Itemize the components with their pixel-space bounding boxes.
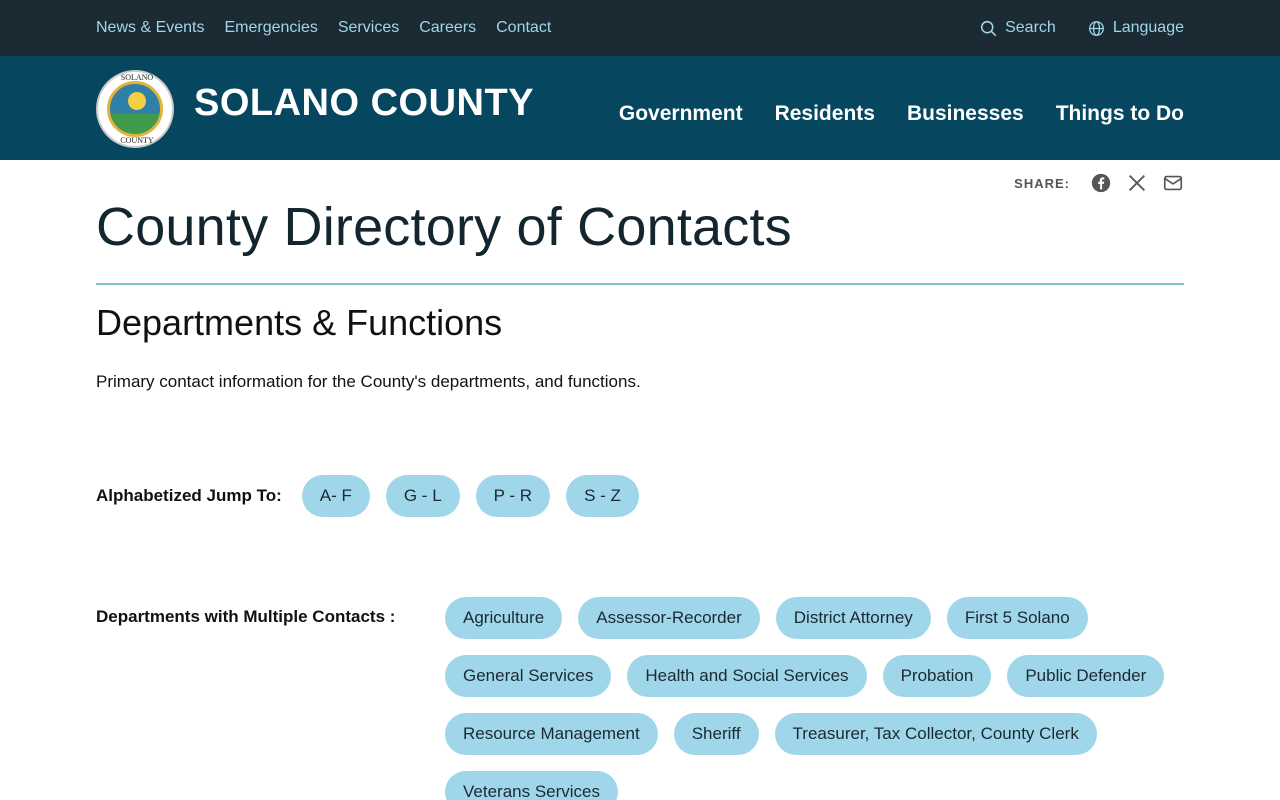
search-label: Search: [1005, 19, 1056, 36]
nav-businesses[interactable]: Businesses: [907, 102, 1024, 126]
jump-label: Alphabetized Jump To:: [96, 486, 282, 505]
dept-agriculture-button[interactable]: Agriculture: [445, 597, 563, 639]
jump-g-l-button[interactable]: G - L: [385, 475, 460, 517]
departments-list: Agriculture Assessor-Recorder District A…: [445, 597, 1185, 800]
jump-a-f-button[interactable]: A- F: [301, 475, 370, 517]
dept-health-social-services-button[interactable]: Health and Social Services: [627, 655, 867, 697]
jump-options: A- F G - L P - R S - Z: [301, 475, 639, 517]
seal-land-shape: [110, 114, 160, 134]
departments-label: Departments with Multiple Contacts :: [96, 607, 396, 626]
dept-resource-management-button[interactable]: Resource Management: [445, 713, 658, 755]
dept-treasurer-tax-collector-button[interactable]: Treasurer, Tax Collector, County Clerk: [774, 713, 1097, 755]
seal-text-bottom: COUNTY: [120, 136, 154, 145]
seal-sun-shape: [128, 92, 146, 110]
jump-p-r-button[interactable]: P - R: [475, 475, 551, 517]
utility-link-services[interactable]: Services: [338, 19, 399, 37]
section-title: Departments & Functions: [96, 302, 503, 343]
dept-district-attorney-button[interactable]: District Attorney: [775, 597, 931, 639]
facebook-icon[interactable]: [1090, 172, 1112, 194]
utility-bar: News & Events Emergencies Services Caree…: [0, 0, 1280, 56]
nav-government[interactable]: Government: [619, 102, 743, 126]
utility-tools: Search Language: [980, 0, 1184, 56]
utility-nav: News & Events Emergencies Services Caree…: [96, 0, 551, 56]
dept-probation-button[interactable]: Probation: [882, 655, 992, 697]
nav-residents[interactable]: Residents: [775, 102, 875, 126]
search-button[interactable]: Search: [980, 19, 1056, 37]
page-title: County Directory of Contacts: [96, 197, 792, 257]
dept-sheriff-button[interactable]: Sheriff: [673, 713, 759, 755]
utility-link-news-events[interactable]: News & Events: [96, 19, 204, 37]
intro-text: Primary contact information for the Coun…: [96, 372, 641, 391]
dept-veterans-services-button[interactable]: Veterans Services: [445, 771, 619, 800]
primary-nav: Government Residents Businesses Things t…: [619, 56, 1184, 160]
title-divider: [96, 283, 1184, 285]
utility-link-contact[interactable]: Contact: [496, 19, 551, 37]
globe-icon: [1088, 20, 1104, 36]
share-label: SHARE:: [1014, 175, 1070, 191]
dept-general-services-button[interactable]: General Services: [445, 655, 612, 697]
language-label: Language: [1112, 19, 1184, 36]
search-icon: [981, 20, 997, 36]
utility-link-emergencies[interactable]: Emergencies: [224, 19, 317, 37]
language-button[interactable]: Language: [1088, 19, 1184, 37]
alphabet-jump-row: Alphabetized Jump To: A- F G - L P - R S…: [96, 475, 639, 517]
site-header: SOLANO COUNTY SOLANO COUNTY Government R…: [0, 56, 1280, 160]
county-seal-logo: SOLANO COUNTY: [96, 70, 174, 148]
home-link[interactable]: SOLANO COUNTY SOLANO COUNTY: [96, 70, 534, 148]
nav-things-to-do[interactable]: Things to Do: [1056, 102, 1184, 126]
site-name: SOLANO COUNTY: [194, 81, 535, 124]
dept-public-defender-button[interactable]: Public Defender: [1007, 655, 1165, 697]
utility-link-careers[interactable]: Careers: [419, 19, 476, 37]
seal-emblem: [107, 81, 163, 137]
dept-first-5-solano-button[interactable]: First 5 Solano: [946, 597, 1088, 639]
share-bar: SHARE:: [1014, 172, 1184, 194]
email-icon[interactable]: [1162, 172, 1184, 194]
jump-s-z-button[interactable]: S - Z: [566, 475, 639, 517]
dept-assessor-recorder-button[interactable]: Assessor-Recorder: [578, 597, 760, 639]
x-icon[interactable]: [1126, 172, 1148, 194]
